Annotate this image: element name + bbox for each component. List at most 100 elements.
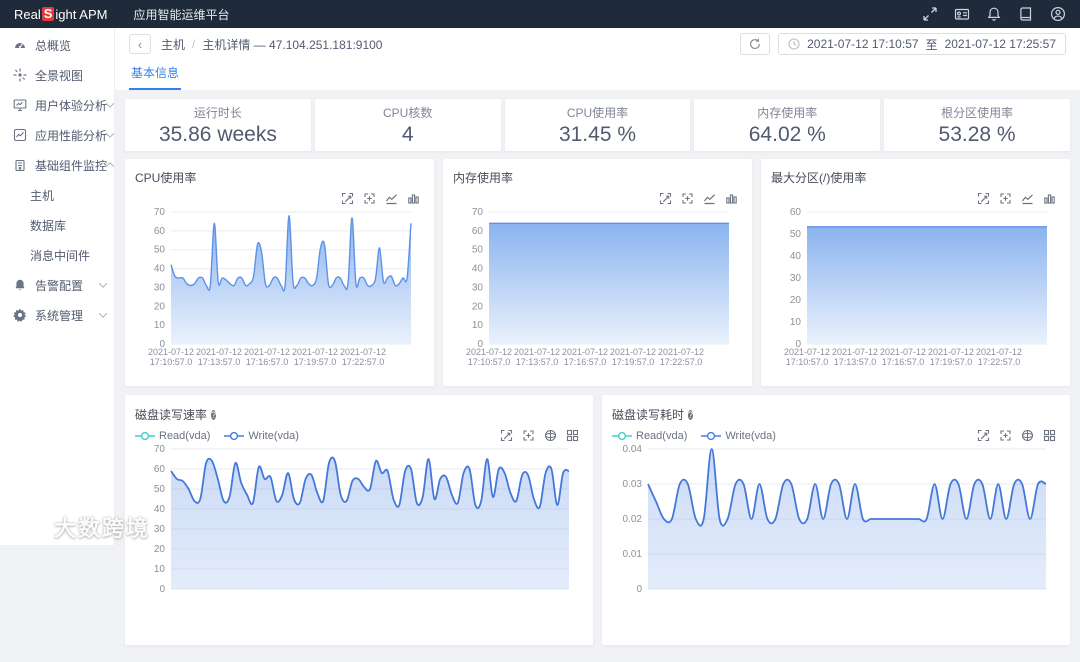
- brand-accent: S: [42, 7, 55, 21]
- brand-logo[interactable]: RealSight APM: [14, 7, 107, 22]
- chart-plot[interactable]: 0102030405060702021-07-1217:10:57.02021-…: [135, 207, 424, 375]
- svg-text:40: 40: [154, 264, 166, 275]
- sidebar-item-system-management[interactable]: 系统管理: [0, 300, 114, 330]
- chart-plot[interactable]: 0102030405060702021-07-1217:10:57.02021-…: [453, 207, 742, 375]
- legend-item[interactable]: Write(vda): [224, 430, 299, 442]
- sidebar-item-app-performance[interactable]: 应用性能分析: [0, 120, 114, 150]
- svg-text:0.03: 0.03: [623, 479, 643, 490]
- chart-plot[interactable]: 00.010.020.030.04: [612, 444, 1060, 600]
- zoom-icon[interactable]: [977, 429, 990, 442]
- user-experience-icon: [13, 98, 27, 112]
- sidebar-item-overview[interactable]: 总概览: [0, 30, 114, 60]
- breadcrumb-separator: /: [192, 37, 195, 51]
- help-icon[interactable]: ?: [688, 410, 693, 420]
- chart-plot[interactable]: 010203040506070: [135, 444, 583, 600]
- svg-text:2021-07-1217:13:57.0: 2021-07-1217:13:57.0: [832, 347, 878, 367]
- chart-cpu-usage: CPU使用率 0102030405060702021-07-1217:10:57…: [125, 159, 434, 386]
- breadcrumb-root[interactable]: 主机: [161, 36, 185, 53]
- manual-icon[interactable]: [1018, 6, 1034, 22]
- time-range-picker[interactable]: 2021-07-12 17:10:57 至 2021-07-12 17:25:5…: [778, 33, 1066, 55]
- stat-memory-usage: 内存使用率 64.02 %: [694, 99, 880, 151]
- top-navbar: RealSight APM 应用智能运维平台: [0, 0, 1080, 28]
- chevron-down-icon: [106, 129, 114, 137]
- clock-icon: [788, 38, 800, 50]
- zoom-icon[interactable]: [500, 429, 513, 442]
- svg-text:50: 50: [790, 229, 802, 240]
- bar-chart-icon[interactable]: [1043, 192, 1056, 205]
- svg-text:2021-07-1217:13:57.0: 2021-07-1217:13:57.0: [196, 347, 242, 367]
- app-performance-icon: [13, 128, 27, 142]
- legend-item[interactable]: Read(vda): [612, 430, 687, 442]
- restore-icon[interactable]: [363, 192, 376, 205]
- sidebar-label: 用户体验分析: [35, 97, 107, 114]
- bar-chart-icon[interactable]: [725, 192, 738, 205]
- expand-icon[interactable]: [922, 6, 938, 22]
- svg-text:60: 60: [154, 464, 166, 475]
- zoom-icon[interactable]: [977, 192, 990, 205]
- svg-text:30: 30: [154, 282, 166, 293]
- svg-text:70: 70: [154, 207, 166, 218]
- zoom-icon[interactable]: [659, 192, 672, 205]
- chart-partition-usage: 最大分区(/)使用率 01020304050602021-07-1217:10:…: [761, 159, 1070, 386]
- zoom-icon[interactable]: [341, 192, 354, 205]
- sidebar-item-message-middleware[interactable]: 消息中间件: [0, 240, 114, 270]
- sphere-icon[interactable]: [1021, 429, 1034, 442]
- range-end: 2021-07-12 17:25:57: [945, 37, 1056, 51]
- user-icon[interactable]: [1050, 6, 1066, 22]
- chart-plot[interactable]: 01020304050602021-07-1217:10:57.02021-07…: [771, 207, 1060, 375]
- back-button[interactable]: ‹: [129, 34, 151, 54]
- svg-text:60: 60: [790, 207, 802, 218]
- line-chart-icon[interactable]: [385, 192, 398, 205]
- sidebar-label: 全景视图: [35, 67, 83, 84]
- sidebar-item-database[interactable]: 数据库: [0, 210, 114, 240]
- svg-text:20: 20: [154, 544, 166, 555]
- refresh-button[interactable]: [740, 33, 770, 55]
- tiled-icon[interactable]: [1043, 429, 1056, 442]
- sidebar-item-panorama[interactable]: 全景视图: [0, 60, 114, 90]
- gear-icon: [13, 308, 27, 322]
- sidebar-item-host[interactable]: 主机: [0, 180, 114, 210]
- svg-text:2021-07-1217:16:57.0: 2021-07-1217:16:57.0: [880, 347, 926, 367]
- svg-text:10: 10: [790, 317, 802, 328]
- restore-icon[interactable]: [681, 192, 694, 205]
- sphere-icon[interactable]: [544, 429, 557, 442]
- overview-icon: [13, 38, 27, 52]
- restore-icon[interactable]: [999, 429, 1012, 442]
- bar-chart-icon[interactable]: [407, 192, 420, 205]
- svg-text:30: 30: [790, 273, 802, 284]
- sidebar-label: 基础组件监控: [35, 157, 107, 174]
- brand-pre: Real: [14, 7, 41, 22]
- chevron-up-icon: [106, 162, 114, 170]
- svg-text:50: 50: [154, 484, 166, 495]
- svg-text:60: 60: [472, 226, 484, 237]
- legend-item[interactable]: Read(vda): [135, 430, 210, 442]
- tiled-icon[interactable]: [566, 429, 579, 442]
- help-icon[interactable]: ?: [211, 410, 216, 420]
- product-title: 应用智能运维平台: [133, 6, 229, 23]
- svg-text:40: 40: [154, 504, 166, 515]
- sidebar-item-alarm-config[interactable]: 告警配置: [0, 270, 114, 300]
- stat-root-partition-usage: 根分区使用率 53.28 %: [884, 99, 1070, 151]
- panorama-icon: [13, 68, 27, 82]
- restore-icon[interactable]: [522, 429, 535, 442]
- brand-post: ight APM: [55, 7, 107, 22]
- legend-item[interactable]: Write(vda): [701, 430, 776, 442]
- sidebar: 总概览 全景视图 用户体验分析 应用性能分析 基础组件监控 主机 数据库 消息中…: [0, 28, 115, 545]
- svg-text:2021-07-1217:10:57.0: 2021-07-1217:10:57.0: [148, 347, 194, 367]
- breadcrumb-current: 主机详情 — 47.104.251.181:9100: [202, 36, 382, 53]
- restore-icon[interactable]: [999, 192, 1012, 205]
- line-chart-icon[interactable]: [1021, 192, 1034, 205]
- svg-text:0: 0: [159, 584, 165, 595]
- tab-bar: 基本信息: [115, 60, 1080, 90]
- svg-text:60: 60: [154, 226, 166, 237]
- svg-text:40: 40: [472, 264, 484, 275]
- stat-uptime: 运行时长 35.86 weeks: [125, 99, 311, 151]
- sidebar-item-component-monitor[interactable]: 基础组件监控: [0, 150, 114, 180]
- line-chart-icon[interactable]: [703, 192, 716, 205]
- sidebar-item-user-experience[interactable]: 用户体验分析: [0, 90, 114, 120]
- id-card-icon[interactable]: [954, 6, 970, 22]
- bell-icon[interactable]: [986, 6, 1002, 22]
- tab-basic-info[interactable]: 基本信息: [129, 60, 181, 90]
- svg-text:0.04: 0.04: [623, 444, 643, 455]
- chart-title: 最大分区(/)使用率: [771, 169, 866, 186]
